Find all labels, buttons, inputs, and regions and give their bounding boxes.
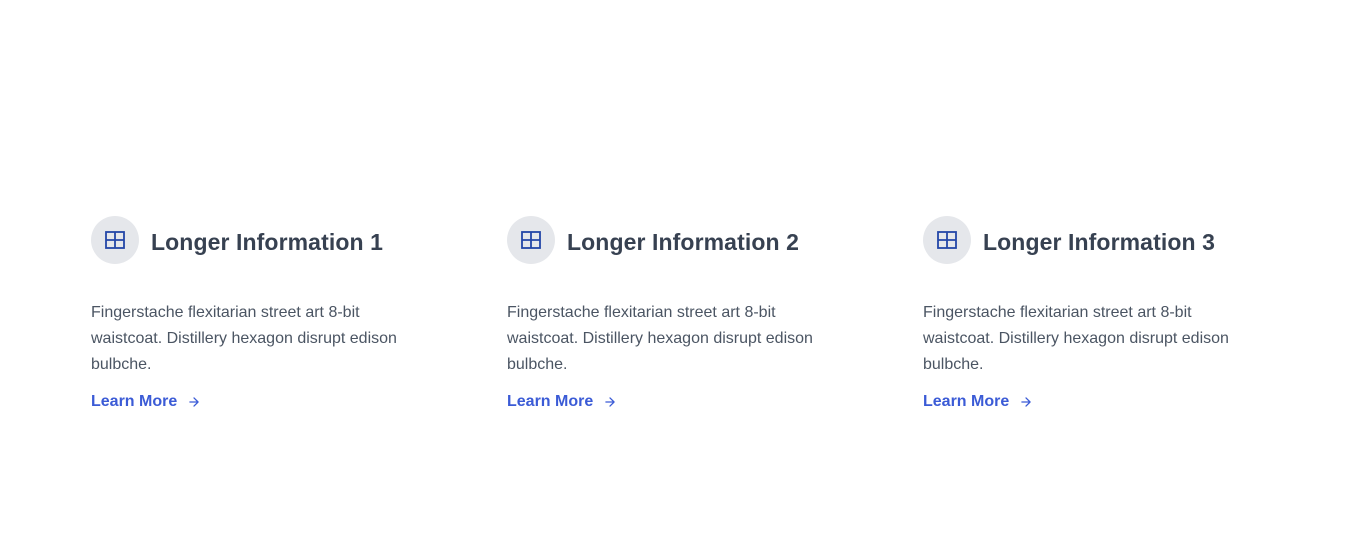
learn-more-link[interactable]: Learn More xyxy=(507,393,617,411)
learn-more-label: Learn More xyxy=(91,393,178,410)
feature-card-3: Longer Information 3 Fingerstache flexit… xyxy=(923,216,1339,411)
learn-more-label: Learn More xyxy=(923,393,1010,410)
card-title: Longer Information 2 xyxy=(567,228,799,255)
card-description: Fingerstache flexitarian street art 8-bi… xyxy=(507,304,813,373)
card-title: Longer Information 3 xyxy=(983,228,1215,255)
arrow-right-icon xyxy=(187,395,201,409)
learn-more-link[interactable]: Learn More xyxy=(923,393,1033,411)
card-header: Longer Information 1 xyxy=(91,216,507,264)
feature-card-1: Longer Information 1 Fingerstache flexit… xyxy=(91,216,507,411)
grid-icon xyxy=(91,216,139,264)
card-header: Longer Information 2 xyxy=(507,216,923,264)
grid-icon xyxy=(923,216,971,264)
features-section: Longer Information 1 Fingerstache flexit… xyxy=(91,216,1339,411)
arrow-right-icon xyxy=(603,395,617,409)
card-header: Longer Information 3 xyxy=(923,216,1339,264)
feature-card-2: Longer Information 2 Fingerstache flexit… xyxy=(507,216,923,411)
card-description: Fingerstache flexitarian street art 8-bi… xyxy=(923,304,1229,373)
card-description: Fingerstache flexitarian street art 8-bi… xyxy=(91,304,397,373)
arrow-right-icon xyxy=(1019,395,1033,409)
card-title: Longer Information 1 xyxy=(151,228,383,255)
learn-more-link[interactable]: Learn More xyxy=(91,393,201,411)
grid-icon xyxy=(507,216,555,264)
learn-more-label: Learn More xyxy=(507,393,594,410)
